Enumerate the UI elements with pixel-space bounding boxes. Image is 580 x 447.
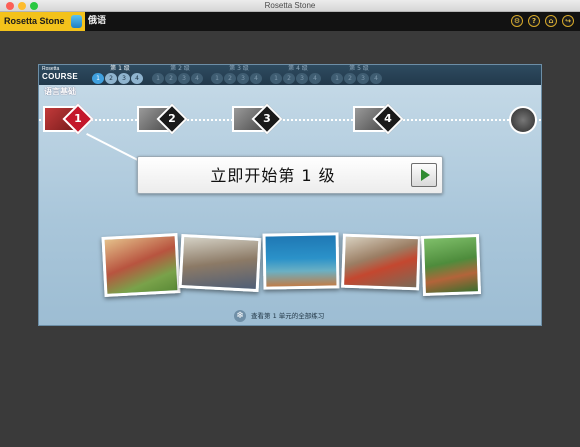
level-name: 第 3 级 [229, 65, 249, 72]
snowflake-icon: ❄ [234, 310, 246, 322]
lesson-track [39, 119, 541, 121]
unit-button[interactable]: 3 [357, 73, 369, 84]
unit-button[interactable]: 1 [211, 73, 223, 84]
language-label[interactable]: 俄语 [88, 12, 106, 31]
lesson-number: 3 [263, 112, 271, 125]
unit-button[interactable]: 4 [250, 73, 262, 84]
window-title-bar: Rosetta Stone [0, 0, 580, 12]
logo-badge-icon [71, 15, 82, 28]
logo-text: Rosetta Stone [4, 16, 65, 26]
window-title: Rosetta Stone [264, 1, 316, 10]
review-all-label: 查看第 1 单元的全部练习 [251, 312, 325, 320]
unit-button[interactable]: 1 [92, 73, 104, 84]
lesson-photo [341, 233, 421, 291]
level-name: 第 4 级 [288, 65, 308, 72]
unit-button[interactable]: 3 [178, 73, 190, 84]
section-title: 语言基础 [44, 87, 76, 96]
lesson-number: 2 [168, 112, 176, 125]
lesson-number: 4 [384, 112, 392, 125]
header-icons: ⚙ ? ⌂ ↪ [511, 15, 574, 27]
unit-button[interactable]: 4 [370, 73, 382, 84]
unit-button[interactable]: 2 [224, 73, 236, 84]
unit-button[interactable]: 1 [270, 73, 282, 84]
unit-button[interactable]: 2 [344, 73, 356, 84]
lesson-photo [101, 233, 181, 297]
unit-button[interactable]: 4 [131, 73, 143, 84]
home-icon[interactable]: ⌂ [545, 15, 557, 27]
unit-button[interactable]: 1 [331, 73, 343, 84]
level-name: 第 2 级 [170, 65, 190, 72]
unit-list: 1234 [152, 73, 203, 84]
unit-button[interactable]: 3 [296, 73, 308, 84]
play-icon [421, 169, 430, 181]
lesson-number: 1 [74, 112, 82, 125]
play-button[interactable] [411, 163, 437, 187]
unit-button[interactable]: 3 [237, 73, 249, 84]
help-icon[interactable]: ? [528, 15, 540, 27]
lesson-photo [420, 234, 482, 296]
milestone-icon[interactable] [509, 106, 537, 134]
course-logo-large: COURSE [42, 72, 79, 81]
course-panel: Rosetta COURSE 第 1 级1234第 2 级1234第 3 级12… [38, 64, 542, 326]
lesson-photo [262, 232, 340, 290]
unit-button[interactable]: 4 [191, 73, 203, 84]
level-name: 第 1 级 [110, 65, 130, 72]
lesson-photo [178, 233, 262, 293]
unit-list: 1234 [331, 73, 382, 84]
unit-list: 1234 [92, 73, 143, 84]
start-level-box[interactable]: 立即开始第 1 级 [137, 156, 443, 194]
level-name: 第 5 级 [349, 65, 369, 72]
start-level-label: 立即开始第 1 级 [210, 166, 336, 185]
unit-list: 1234 [270, 73, 321, 84]
course-logo: Rosetta COURSE [42, 66, 92, 84]
unit-button[interactable]: 2 [105, 73, 117, 84]
unit-list: 1234 [211, 73, 262, 84]
app-header: Rosetta Stone 俄语 ⚙ ? ⌂ ↪ [0, 12, 580, 31]
unit-button[interactable]: 2 [283, 73, 295, 84]
level-navigation: Rosetta COURSE 第 1 级1234第 2 级1234第 3 级12… [39, 65, 541, 85]
rosetta-stone-logo: Rosetta Stone [0, 12, 85, 31]
unit-button[interactable]: 4 [309, 73, 321, 84]
unit-button[interactable]: 2 [165, 73, 177, 84]
unit-button[interactable]: 1 [152, 73, 164, 84]
unit-button[interactable]: 3 [118, 73, 130, 84]
review-all-link[interactable]: ❄ 查看第 1 单元的全部练习 [234, 309, 324, 323]
exit-icon[interactable]: ↪ [562, 15, 574, 27]
settings-icon[interactable]: ⚙ [511, 15, 523, 27]
